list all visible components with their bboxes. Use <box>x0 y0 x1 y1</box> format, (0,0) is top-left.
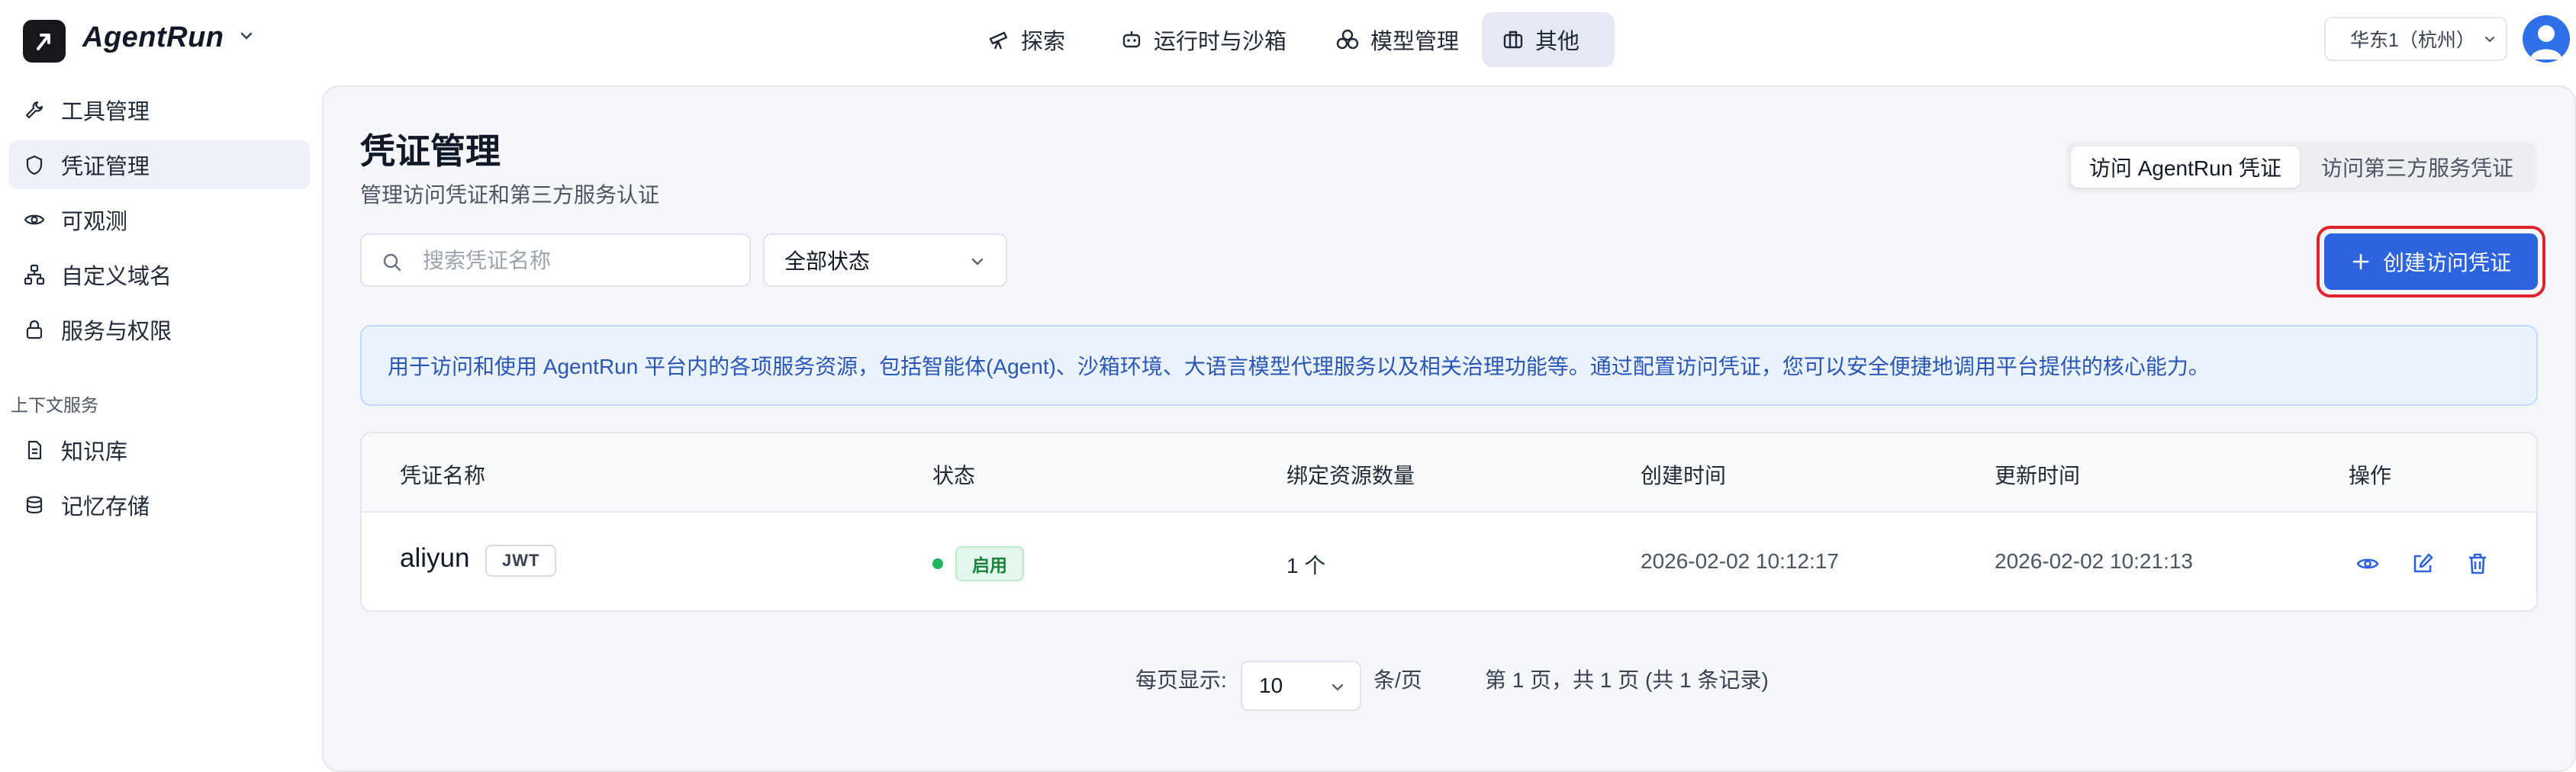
sidebar-item-observability[interactable]: 可观测 <box>9 195 310 244</box>
status-filter-select[interactable]: 全部状态 <box>763 233 1007 287</box>
per-page-label: 每页显示: <box>1135 668 1227 692</box>
document-icon <box>27 440 42 460</box>
telescope-icon <box>989 31 1008 50</box>
logo[interactable] <box>23 20 66 63</box>
page-size-value: 10 <box>1259 674 1283 697</box>
sidebar-item-label: 凭证管理 <box>61 155 150 179</box>
created-time: 2026-02-02 10:12:17 <box>1641 549 1839 573</box>
user-icon <box>2530 25 2562 60</box>
nav-runtime-sandbox[interactable]: 运行时与沙箱 <box>1100 12 1306 67</box>
column-header: 创建时间 <box>1641 464 1727 487</box>
chevron-down-icon <box>1331 684 1344 691</box>
sidebar-item-label: 记忆存储 <box>61 495 150 519</box>
status-filter-value: 全部状态 <box>784 249 871 273</box>
page-size-select[interactable]: 10 <box>1241 661 1361 711</box>
robot-icon <box>1122 31 1141 48</box>
database-icon <box>26 496 43 514</box>
updated-time: 2026-02-02 10:21:13 <box>1995 549 2193 573</box>
top-bar: AgentRun 探索 运行时与沙箱 模型管理 其他 华东1（杭州） <box>0 0 2576 79</box>
sidebar-item-knowledge-base[interactable]: 知识库 <box>9 426 310 474</box>
column-header: 操作 <box>2349 464 2392 487</box>
page-title: 凭证管理 <box>360 131 501 171</box>
sidebar-group-label: 上下文服务 <box>11 395 98 415</box>
app-name: AgentRun <box>82 21 224 53</box>
chevron-down-icon[interactable] <box>238 27 255 44</box>
logo-icon <box>37 34 50 50</box>
sidebar-item-credentials[interactable]: 凭证管理 <box>9 140 310 189</box>
sidebar-item-service-permissions[interactable]: 服务与权限 <box>9 305 310 354</box>
lock-icon <box>26 320 43 339</box>
search-input[interactable] <box>423 246 728 276</box>
edit-icon[interactable] <box>2410 551 2436 577</box>
tab-third-party-credentials[interactable]: 访问第三方服务凭证 <box>2303 146 2532 188</box>
nav-label: 其他 <box>1535 30 1580 54</box>
chevron-down-icon <box>971 258 984 265</box>
avatar[interactable] <box>2523 15 2570 63</box>
pagination-summary: 第 1 页，共 1 页 (共 1 条记录) <box>1485 668 1769 692</box>
nav-other[interactable]: 其他 <box>1482 12 1615 67</box>
briefcase-icon <box>1503 31 1523 49</box>
sidebar-item-label: 工具管理 <box>61 100 150 124</box>
sidebar-item-label: 自定义域名 <box>61 265 172 289</box>
nav-model-management[interactable]: 模型管理 <box>1315 12 1479 67</box>
search-box <box>360 233 751 287</box>
cubes-icon <box>1336 29 1359 50</box>
per-page-unit: 条/页 <box>1373 668 1422 692</box>
credential-type-tag: JWT <box>485 545 557 577</box>
nav-explore[interactable]: 探索 <box>968 12 1085 67</box>
table-header: 凭证名称 状态 绑定资源数量 创建时间 更新时间 操作 <box>362 433 2536 513</box>
status-dot <box>932 558 943 569</box>
sidebar-item-label: 知识库 <box>61 440 128 465</box>
status-badge: 启用 <box>955 546 1024 581</box>
sitemap-icon <box>24 264 45 285</box>
region-selector[interactable]: 华东1（杭州） <box>2324 17 2507 61</box>
sidebar-item-memory-storage[interactable]: 记忆存储 <box>9 481 310 529</box>
nav-label: 模型管理 <box>1370 30 1460 54</box>
sidebar: 工具管理 凭证管理 可观测 自定义域名 服务与权限 上下文服务 知识库 记忆存储 <box>0 79 320 741</box>
wrench-icon <box>25 101 43 119</box>
trash-icon[interactable] <box>2465 551 2491 577</box>
bound-resource-count: 1 个 <box>1286 554 1326 577</box>
nav-label: 运行时与沙箱 <box>1154 30 1287 54</box>
column-header: 状态 <box>932 464 976 487</box>
plus-icon <box>2352 253 2369 270</box>
column-header: 凭证名称 <box>400 464 486 487</box>
sidebar-item-label: 服务与权限 <box>61 320 172 344</box>
nav-label: 探索 <box>1021 30 1066 54</box>
view-icon[interactable] <box>2355 551 2381 577</box>
shield-icon <box>26 155 43 175</box>
create-credential-button[interactable]: 创建访问凭证 <box>2324 233 2538 290</box>
region-label: 华东1（杭州） <box>2350 30 2475 51</box>
credentials-table: 凭证名称 状态 绑定资源数量 创建时间 更新时间 操作 aliyun JWT 启… <box>360 432 2538 612</box>
info-text: 用于访问和使用 AgentRun 平台内的各项服务资源，包括智能体(Agent)… <box>388 355 2210 378</box>
column-header: 更新时间 <box>1995 464 2081 487</box>
credential-name[interactable]: aliyun <box>400 543 469 574</box>
info-banner: 用于访问和使用 AgentRun 平台内的各项服务资源，包括智能体(Agent)… <box>360 325 2538 406</box>
tab-agentrun-credentials[interactable]: 访问 AgentRun 凭证 <box>2071 146 2300 188</box>
sidebar-item-label: 可观测 <box>61 210 128 234</box>
search-icon <box>383 253 401 272</box>
sidebar-item-custom-domain[interactable]: 自定义域名 <box>9 250 310 299</box>
create-button-label: 创建访问凭证 <box>2382 251 2511 275</box>
eye-icon <box>24 214 45 225</box>
sidebar-item-tools[interactable]: 工具管理 <box>9 85 310 134</box>
page-subtitle: 管理访问凭证和第三方服务认证 <box>360 183 660 207</box>
chevron-down-icon <box>2484 37 2494 43</box>
column-header: 绑定资源数量 <box>1286 464 1415 487</box>
credential-type-tabs: 访问 AgentRun 凭证 访问第三方服务凭证 <box>2066 142 2536 192</box>
